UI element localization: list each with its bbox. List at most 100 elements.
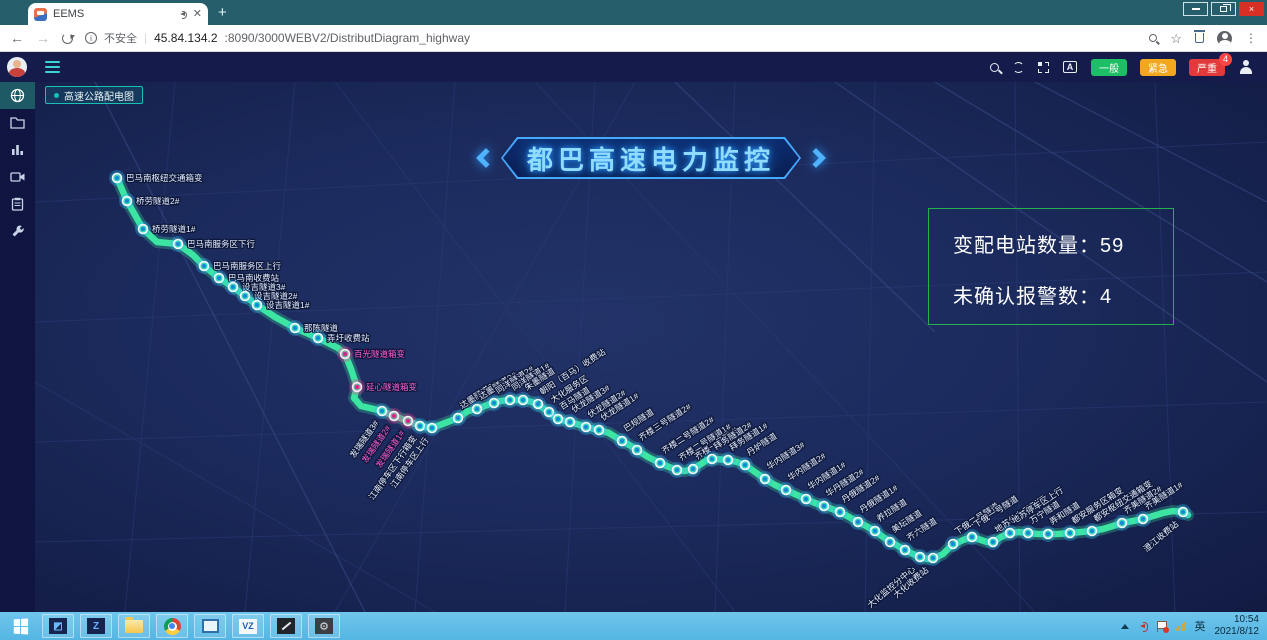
fullscreen-icon[interactable] [1038, 62, 1049, 73]
remote-window-icon [202, 619, 219, 633]
flash-tool-icon: Z [87, 618, 105, 634]
browser-tab-strip: EEMS ✕ + × [0, 0, 1267, 25]
url-field[interactable]: i 不安全 | 45.84.134.2:8090/3000WEBV2/Distr… [85, 30, 1137, 46]
tray-expand-icon[interactable] [1121, 624, 1129, 629]
breadcrumb-bullet-icon [54, 93, 59, 98]
windows-taskbar: ◩ Z VZ ⚙ 英 10:54 2021/8/12 [0, 612, 1267, 640]
sidebar-item-reports[interactable] [0, 190, 35, 217]
monitor-globe-icon [10, 88, 25, 103]
taskbar-remote-window[interactable] [194, 614, 226, 638]
station-label: 延心隧道箱变 [366, 382, 418, 392]
site-info-icon[interactable]: i [85, 32, 97, 44]
taskbar-vz-app[interactable]: VZ [232, 614, 264, 638]
taskbar-paint-tool[interactable] [270, 614, 302, 638]
report-icon [11, 197, 24, 211]
taskbar-chrome[interactable] [156, 614, 188, 638]
alarm-level-button-2[interactable]: 严重4 [1189, 59, 1225, 76]
station-label: 弄圩收费站 [327, 333, 370, 343]
banner-left-chevron-icon [476, 148, 496, 168]
paint-tool-icon [277, 618, 295, 634]
station-marker[interactable]: 桥劳隧道2# [119, 193, 180, 209]
vz-app-icon: VZ [239, 619, 257, 634]
tray-volume-icon[interactable] [1138, 622, 1148, 631]
browser-menu-icon[interactable]: ⋮ [1245, 31, 1257, 45]
system-app-icon: ◩ [49, 618, 67, 634]
sidebar-item-statistics[interactable] [0, 136, 35, 163]
user-icon[interactable] [1239, 60, 1253, 74]
bookmark-star-icon[interactable]: ☆ [1170, 32, 1182, 45]
url-host: 45.84.134.2 [154, 31, 217, 45]
search-icon[interactable] [990, 63, 999, 72]
tools-icon [11, 224, 25, 238]
browser-tab-eems[interactable]: EEMS ✕ [28, 3, 208, 25]
taskbar-flash-tool[interactable]: Z [80, 614, 112, 638]
sidebar-item-tools[interactable] [0, 217, 35, 244]
tray-clock[interactable]: 10:54 2021/8/12 [1215, 614, 1260, 638]
tab-title: EEMS [53, 8, 172, 20]
file-explorer-icon [125, 620, 143, 633]
station-marker[interactable]: 巴马南服务区下行 [170, 236, 256, 252]
taskbar-file-explorer[interactable] [118, 614, 150, 638]
station-label: 桥劳隧道2# [136, 196, 180, 206]
settings-tool-icon: ⚙ [315, 618, 333, 634]
station-label: 巴马南服务区上行 [213, 261, 282, 271]
url-path: :8090/3000WEBV2/DistributDiagram_highway [225, 31, 470, 45]
title-banner: 都巴高速电力监控 [475, 136, 827, 180]
zoom-search-icon[interactable] [1149, 34, 1157, 42]
camera-icon [10, 171, 26, 183]
station-label: 百光隧道箱变 [354, 349, 406, 359]
app-logo-avatar [7, 57, 27, 77]
tray-action-center-icon[interactable] [1157, 621, 1166, 632]
app-header: A 一般紧急严重4 [0, 52, 1267, 82]
tab-close-icon[interactable]: ✕ [193, 9, 202, 20]
window-close-button[interactable]: × [1239, 2, 1264, 16]
stations-count: 变配电站数量：59 [953, 229, 1173, 258]
info-panel: 变配电站数量：59 未确认报警数：4 [928, 208, 1174, 325]
alarm-level-button-0[interactable]: 一般 [1091, 59, 1127, 76]
reload-button[interactable] [62, 33, 73, 44]
browser-address-bar: ← → i 不安全 | 45.84.134.2:8090/3000WEBV2/D… [0, 25, 1267, 52]
chrome-icon [164, 618, 181, 635]
refresh-icon[interactable] [1013, 62, 1024, 73]
alarm-count-badge: 4 [1219, 53, 1232, 66]
station-label: 巴马南枢纽交通箱变 [126, 173, 203, 183]
tray-network-icon[interactable] [1175, 622, 1186, 631]
window-minimize-button[interactable] [1183, 2, 1208, 16]
start-button[interactable] [4, 614, 36, 638]
banner-right-chevron-icon [806, 148, 826, 168]
station-marker[interactable]: 桥劳隧道1# [135, 221, 196, 237]
menu-toggle-icon[interactable] [45, 61, 60, 73]
sidebar-item-files[interactable] [0, 109, 35, 136]
eems-favicon [34, 8, 47, 21]
forward-button[interactable]: → [36, 30, 50, 46]
tab-audio-icon[interactable] [178, 10, 187, 18]
station-label: 设吉隧道1# [266, 300, 310, 310]
alarms-count: 未确认报警数：4 [953, 280, 1173, 309]
trash-icon[interactable] [1195, 33, 1204, 43]
page-title: 都巴高速电力监控 [527, 140, 775, 177]
station-marker[interactable]: 百光隧道箱变 [337, 346, 406, 362]
windows-logo-icon [13, 618, 27, 634]
eems-app: A 一般紧急严重4 [0, 52, 1267, 612]
taskbar-system-app[interactable]: ◩ [42, 614, 74, 638]
window-maximize-button[interactable] [1211, 2, 1236, 16]
font-size-icon[interactable]: A [1063, 61, 1077, 73]
back-button[interactable]: ← [10, 30, 24, 46]
map-canvas[interactable]: 巴马南枢纽交通箱变桥劳隧道2#桥劳隧道1#巴马南服务区下行巴马南服务区上行巴马南… [35, 82, 1267, 612]
station-label: 桥劳隧道1# [152, 224, 196, 234]
breadcrumb[interactable]: 高速公路配电图 [45, 86, 143, 104]
security-label: 不安全 [104, 30, 137, 46]
sidebar-item-video[interactable] [0, 163, 35, 190]
new-tab-button[interactable]: + [218, 4, 227, 21]
taskbar-settings-tool[interactable]: ⚙ [308, 614, 340, 638]
profile-avatar[interactable] [1217, 31, 1232, 46]
sidebar-item-monitor-globe[interactable] [0, 82, 35, 109]
bar-chart-icon [10, 143, 25, 156]
tray-language-indicator[interactable]: 英 [1195, 618, 1206, 634]
screen: EEMS ✕ + × ← → i 不安全 | 45.84.134.2:8090/… [0, 0, 1267, 640]
station-marker[interactable]: 设吉隧道1# [249, 297, 310, 313]
station-marker[interactable]: 巴马南服务区上行 [196, 258, 282, 274]
alarm-level-button-1[interactable]: 紧急 [1140, 59, 1176, 76]
station-label: 巴马南服务区下行 [187, 239, 256, 249]
station-marker[interactable]: 延心隧道箱变 [349, 379, 418, 395]
